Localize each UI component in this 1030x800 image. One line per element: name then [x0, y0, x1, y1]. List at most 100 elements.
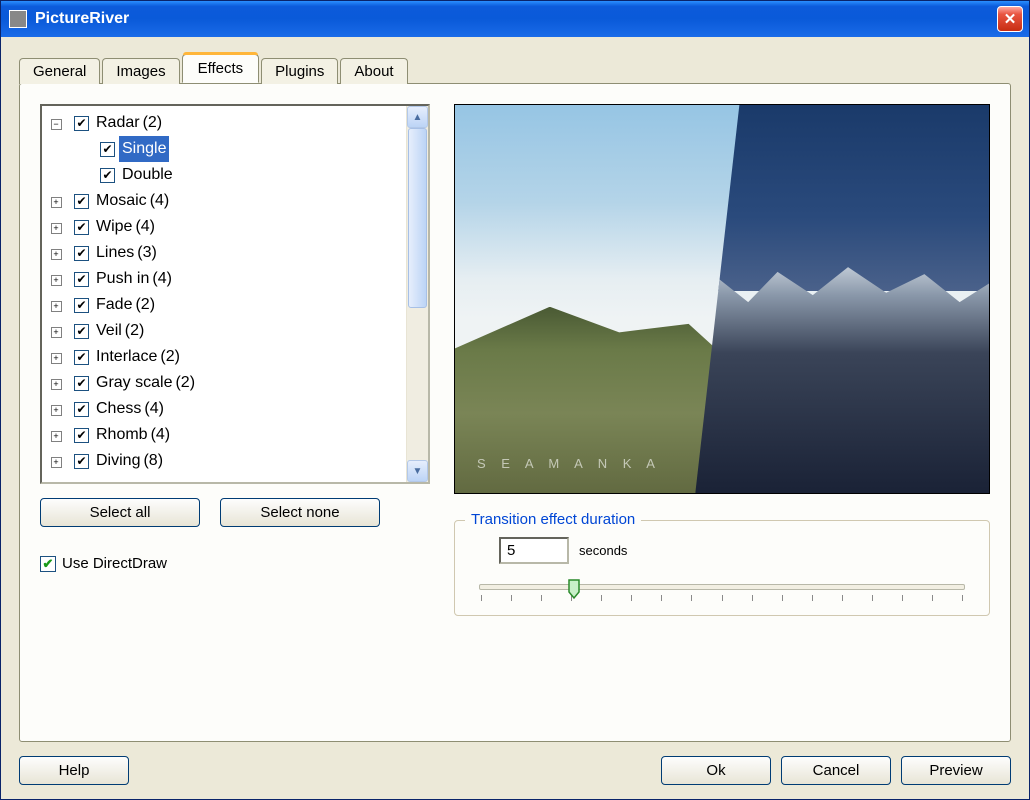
expand-icon[interactable]: +	[51, 457, 62, 468]
tree-checkbox[interactable]: ✔	[74, 116, 89, 131]
tree-node-count: (3)	[137, 240, 157, 266]
tree-checkbox[interactable]: ✔	[74, 350, 89, 365]
effects-right-column: S E A M A N K A Transition effect durati…	[454, 104, 990, 721]
duration-row: seconds	[499, 537, 975, 564]
slider-track[interactable]	[479, 584, 965, 590]
tree-node-count: (2)	[135, 292, 155, 318]
scroll-thumb[interactable]	[408, 128, 427, 308]
tree-node-count: (2)	[125, 318, 145, 344]
preview-button[interactable]: Preview	[901, 756, 1011, 785]
scroll-up-button[interactable]: ▲	[407, 106, 428, 128]
select-none-button[interactable]: Select none	[220, 498, 380, 527]
tree-checkbox[interactable]: ✔	[74, 246, 89, 261]
tree-node-label[interactable]: Push in	[93, 266, 152, 292]
tree-node-label[interactable]: Rhomb	[93, 422, 151, 448]
close-icon: ✕	[1004, 10, 1017, 28]
expand-icon[interactable]: +	[51, 249, 62, 260]
tree-node-label[interactable]: Single	[119, 136, 169, 162]
tab-general[interactable]: General	[19, 58, 100, 84]
duration-input[interactable]	[499, 537, 569, 564]
tree-node[interactable]: + ✔ Wipe (4)	[42, 214, 406, 240]
directdraw-label[interactable]: Use DirectDraw	[62, 555, 167, 572]
client-area: General Images Effects Plugins About − ✔ R…	[1, 37, 1029, 799]
tree-checkbox[interactable]: ✔	[74, 454, 89, 469]
directdraw-row: ✔ Use DirectDraw	[40, 555, 430, 572]
tree-node-label[interactable]: Wipe	[93, 214, 135, 240]
tree-node-count: (8)	[143, 448, 163, 474]
slider-thumb[interactable]	[567, 578, 581, 600]
tree-node-label[interactable]: Radar	[93, 110, 143, 136]
tree-checkbox[interactable]: ✔	[74, 220, 89, 235]
tree-checkbox[interactable]: ✔	[100, 142, 115, 157]
tree-checkbox[interactable]: ✔	[74, 272, 89, 287]
window-title: PictureRiver	[35, 10, 997, 28]
expand-icon[interactable]: +	[51, 301, 62, 312]
collapse-icon[interactable]: −	[51, 119, 62, 130]
tree-node-label[interactable]: Veil	[93, 318, 125, 344]
tree-node-label[interactable]: Diving	[93, 448, 143, 474]
directdraw-checkbox[interactable]: ✔	[40, 556, 56, 572]
ok-button[interactable]: Ok	[661, 756, 771, 785]
tree-node-count: (2)	[143, 110, 163, 136]
effects-tree[interactable]: − ✔ Radar (2) ✔ Single ✔ Double + ✔ Mosaic (4) + ✔ W…	[42, 106, 406, 482]
scroll-down-button[interactable]: ▼	[407, 460, 428, 482]
tree-node-label[interactable]: Chess	[93, 396, 144, 422]
expand-icon[interactable]: +	[51, 405, 62, 416]
tree-node[interactable]: +✔Mosaic (4)	[42, 188, 406, 214]
tree-node-label[interactable]: Gray scale	[93, 370, 175, 396]
tree-checkbox[interactable]: ✔	[74, 194, 89, 209]
close-button[interactable]: ✕	[997, 6, 1023, 32]
tree-checkbox[interactable]: ✔	[74, 298, 89, 313]
expand-icon[interactable]: +	[51, 379, 62, 390]
scroll-track[interactable]	[407, 128, 428, 460]
select-all-button[interactable]: Select all	[40, 498, 200, 527]
tree-checkbox[interactable]: ✔	[100, 168, 115, 183]
tree-checkbox[interactable]: ✔	[74, 402, 89, 417]
tree-node-count: (4)	[151, 422, 171, 448]
tree-node[interactable]: ✔ Single	[42, 136, 406, 162]
tree-node[interactable]: + ✔ Interlace (2)	[42, 344, 406, 370]
duration-slider[interactable]	[469, 584, 975, 601]
help-button[interactable]: Help	[19, 756, 129, 785]
tree-checkbox[interactable]: ✔	[74, 376, 89, 391]
tree-node-label[interactable]: Double	[119, 162, 176, 188]
tree-node[interactable]: + ✔ Diving (8)	[42, 448, 406, 474]
tree-node-count: (4)	[135, 214, 155, 240]
expand-icon[interactable]: +	[51, 223, 62, 234]
effect-preview: S E A M A N K A	[454, 104, 990, 494]
tab-effects[interactable]: Effects	[182, 54, 260, 83]
tree-node-count: (2)	[175, 370, 195, 396]
tree-node-label[interactable]: Fade	[93, 292, 135, 318]
tree-node[interactable]: + ✔ Rhomb (4)	[42, 422, 406, 448]
expand-icon[interactable]: +	[51, 353, 62, 364]
tab-images[interactable]: Images	[102, 58, 179, 84]
tree-node[interactable]: +✔Push in (4)	[42, 266, 406, 292]
expand-icon[interactable]: +	[51, 197, 62, 208]
duration-legend: Transition effect duration	[465, 511, 641, 528]
tree-node-label[interactable]: Lines	[93, 240, 137, 266]
tree-checkbox[interactable]: ✔	[74, 428, 89, 443]
expand-icon[interactable]: +	[51, 327, 62, 338]
tree-node[interactable]: + ✔ Veil (2)	[42, 318, 406, 344]
dialog-buttons: Help Ok Cancel Preview	[19, 742, 1011, 785]
tree-node[interactable]: − ✔ Radar (2)	[42, 110, 406, 136]
titlebar: PictureRiver ✕	[1, 1, 1029, 37]
tab-plugins[interactable]: Plugins	[261, 58, 338, 84]
tree-node[interactable]: ✔ Double	[42, 162, 406, 188]
tree-checkbox[interactable]: ✔	[74, 324, 89, 339]
duration-unit: seconds	[579, 543, 627, 558]
tree-node[interactable]: + ✔ Gray scale (2)	[42, 370, 406, 396]
expand-icon[interactable]: +	[51, 431, 62, 442]
tabs: General Images Effects Plugins About	[19, 55, 1011, 83]
tree-node-count: (2)	[160, 344, 180, 370]
slider-ticks	[479, 595, 965, 601]
cancel-button[interactable]: Cancel	[781, 756, 891, 785]
expand-icon[interactable]: +	[51, 275, 62, 286]
tab-about[interactable]: About	[340, 58, 407, 84]
tree-node[interactable]: + ✔ Fade (2)	[42, 292, 406, 318]
tree-node[interactable]: +✔Chess (4)	[42, 396, 406, 422]
tree-node[interactable]: + ✔ Lines (3)	[42, 240, 406, 266]
tree-node-label[interactable]: Interlace	[93, 344, 160, 370]
tree-node-label[interactable]: Mosaic	[93, 188, 150, 214]
vertical-scrollbar[interactable]: ▲ ▼	[406, 106, 428, 482]
